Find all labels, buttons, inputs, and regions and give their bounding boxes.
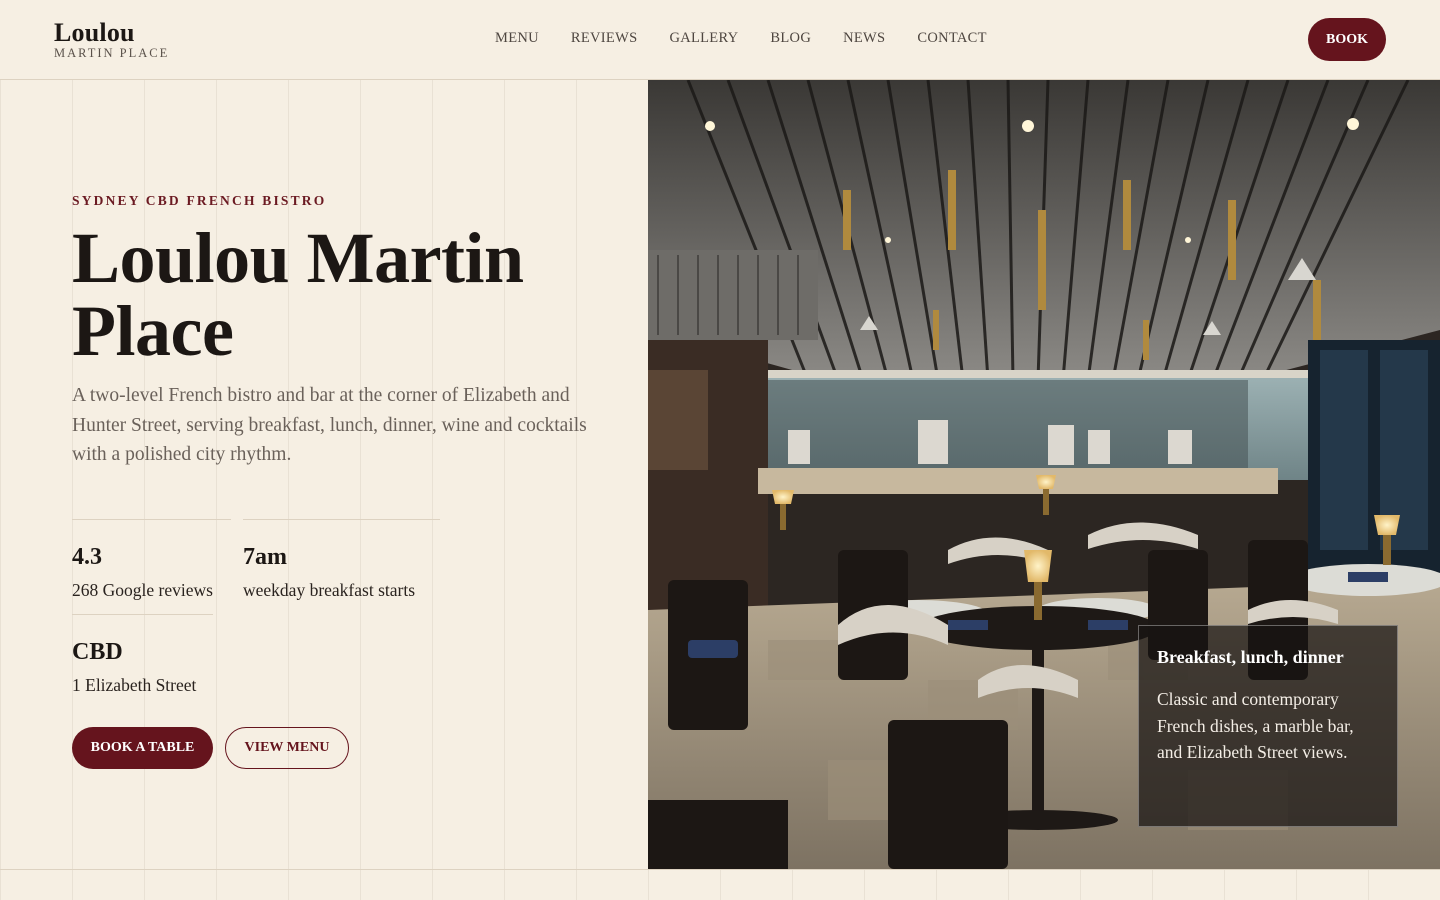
stat-rating: 4.3 268 Google reviews (72, 519, 231, 600)
stat-value: CBD (72, 639, 123, 665)
main-nav: MENU REVIEWS GALLERY BLOG NEWS CONTACT (495, 30, 1019, 46)
stat-value: 4.3 (72, 544, 102, 570)
book-button[interactable]: BOOK (1308, 18, 1386, 61)
brand-name: Loulou (54, 18, 135, 47)
hero-description: A two-level French bistro and bar at the… (72, 385, 587, 465)
page-title: Loulou Martin Place (72, 218, 524, 371)
stat-label: 1 Elizabeth Street (72, 675, 197, 695)
nav-item-news[interactable]: NEWS (843, 30, 885, 46)
brand-logo[interactable]: Loulou MARTIN PLACE (54, 18, 170, 61)
nav-item-menu[interactable]: MENU (495, 30, 539, 46)
stat-label: 268 Google reviews (72, 580, 213, 600)
stat-location: CBD 1 Elizabeth Street (72, 614, 213, 695)
hero-eyebrow: SYDNEY CBD FRENCH BISTRO (72, 193, 327, 208)
background-grid-lines-bottom (648, 869, 1440, 900)
hero-caption-card: Breakfast, lunch, dinner Classic and con… (1138, 625, 1398, 827)
view-menu-button[interactable]: VIEW MENU (225, 727, 349, 769)
nav-item-gallery[interactable]: GALLERY (669, 30, 738, 46)
stat-value: 7am (243, 544, 287, 570)
stat-label: weekday breakfast starts (243, 580, 416, 600)
nav-item-blog[interactable]: BLOG (770, 30, 811, 46)
nav-item-reviews[interactable]: REVIEWS (571, 30, 638, 46)
stat-breakfast: 7am weekday breakfast starts (243, 519, 440, 600)
section-divider (0, 869, 1440, 870)
site-header: Loulou MARTIN PLACE MENU REVIEWS GALLERY… (0, 0, 1440, 80)
caption-body: Classic and contemporary French dishes, … (1157, 689, 1354, 762)
nav-item-contact[interactable]: CONTACT (917, 30, 986, 46)
brand-subtitle: MARTIN PLACE (54, 46, 170, 60)
caption-title: Breakfast, lunch, dinner (1157, 647, 1344, 667)
book-table-button[interactable]: BOOK A TABLE (72, 727, 213, 769)
